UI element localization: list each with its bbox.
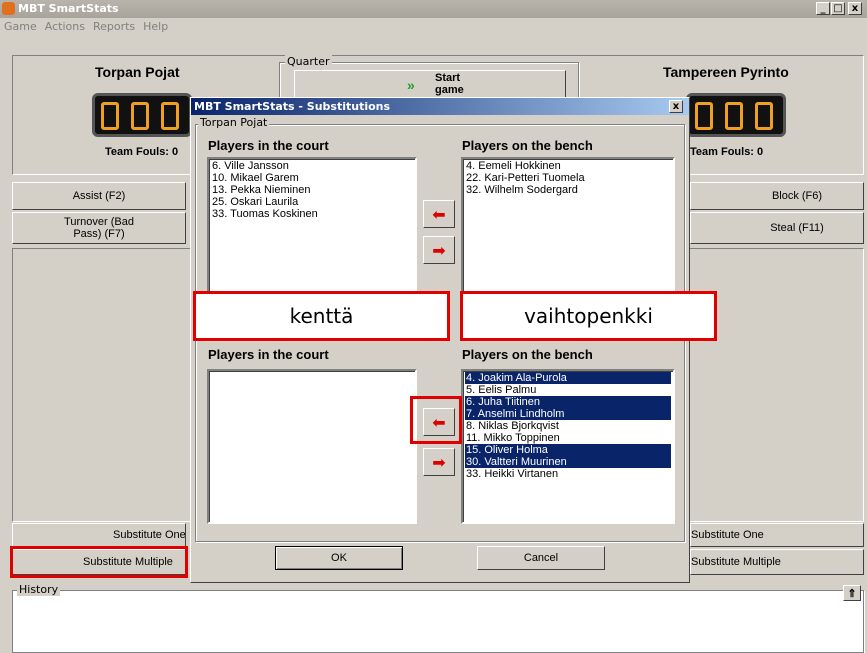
move-to-court-arrow-top[interactable]: ⬅: [423, 200, 455, 228]
block-button[interactable]: Block (F6): [690, 182, 864, 210]
menu-reports[interactable]: Reports: [89, 18, 139, 33]
player-list-item[interactable]: 11. Mikko Toppinen: [465, 432, 671, 444]
move-to-bench-arrow-top[interactable]: ➡: [423, 236, 455, 264]
menu-bar: Game Actions Reports Help: [0, 18, 867, 36]
player-list-item[interactable]: 6. Juha Tiitinen: [465, 396, 671, 408]
player-list-item[interactable]: 4. Eemeli Hokkinen: [465, 160, 671, 172]
player-list-item[interactable]: 4. Joakim Ala-Purola: [465, 372, 671, 384]
team-group-label: Torpan Pojat: [198, 116, 270, 129]
dialog-close-button[interactable]: x: [669, 100, 683, 113]
top-bench-header: Players on the bench: [462, 138, 593, 153]
annotation-highlight-substitute-multiple: [10, 546, 188, 578]
turnover-button[interactable]: Turnover (Bad Pass) (F7): [12, 212, 186, 244]
ok-button[interactable]: OK: [275, 546, 403, 570]
maximize-button[interactable]: □: [831, 2, 845, 15]
history-group: [12, 590, 864, 653]
cancel-button[interactable]: Cancel: [477, 546, 605, 570]
annotation-label-court: kenttä: [193, 291, 450, 341]
player-list-item[interactable]: 8. Niklas Bjorkqvist: [465, 420, 671, 432]
player-list-item[interactable]: 30. Valtteri Muurinen: [465, 456, 671, 468]
start-icon: »: [407, 77, 415, 93]
bottom-court-list[interactable]: [207, 369, 417, 524]
menu-game[interactable]: Game: [0, 18, 41, 33]
player-list-item[interactable]: 15. Oliver Holma: [465, 444, 671, 456]
substitute-one-button-right[interactable]: Substitute One: [690, 523, 864, 547]
player-list-item[interactable]: 33. Heikki Virtanen: [465, 468, 671, 480]
away-team-name: Tampereen Pyrinto: [663, 64, 789, 80]
substitute-multiple-button-right[interactable]: Substitute Multiple: [690, 549, 864, 575]
substitute-one-button-left[interactable]: Substitute One: [12, 523, 186, 547]
player-list-item[interactable]: 32. Wilhelm Sodergard: [465, 184, 671, 196]
bottom-bench-list[interactable]: 4. Joakim Ala-Purola 5. Eelis Palmu 6. Juh…: [461, 369, 675, 524]
player-list-item[interactable]: 6. Ville Jansson: [211, 160, 413, 172]
home-score-display: [92, 93, 192, 137]
player-list-item[interactable]: 33. Tuomas Koskinen: [211, 208, 413, 220]
away-team-fouls: Team Fouls: 0: [690, 146, 764, 158]
annotation-highlight-move-to-court: [410, 396, 462, 444]
player-list-item[interactable]: 10. Mikael Garem: [211, 172, 413, 184]
player-list-item[interactable]: 5. Eelis Palmu: [465, 384, 671, 396]
top-court-header: Players in the court: [208, 138, 329, 153]
start-game-label: Start game: [435, 72, 464, 96]
player-list-item[interactable]: 13. Pekka Nieminen: [211, 184, 413, 196]
move-to-bench-arrow-bottom[interactable]: ➡: [423, 448, 455, 476]
assist-button[interactable]: Assist (F2): [12, 182, 186, 210]
history-scroll-top-button[interactable]: ⇑: [843, 585, 861, 601]
annotation-label-bench: vaihtopenkki: [460, 291, 717, 341]
app-titlebar: MBT SmartStats _ □ x: [0, 0, 867, 18]
dialog-titlebar: MBT SmartStats - Substitutions x: [191, 98, 689, 115]
menu-help[interactable]: Help: [139, 18, 172, 33]
history-label: History: [17, 583, 61, 596]
app-logo-icon: [2, 2, 15, 15]
start-game-button[interactable]: » Start game: [294, 70, 566, 98]
home-team-fouls: Team Fouls: 0: [105, 146, 179, 158]
app-title: MBT SmartStats: [18, 2, 119, 15]
bottom-bench-header: Players on the bench: [462, 347, 593, 362]
away-score-display: [686, 93, 786, 137]
player-list-item[interactable]: 22. Kari-Petteri Tuomela: [465, 172, 671, 184]
steal-button[interactable]: Steal (F11): [690, 212, 864, 244]
bottom-court-header: Players in the court: [208, 347, 329, 362]
player-list-item[interactable]: 25. Oskari Laurila: [211, 196, 413, 208]
home-team-name: Torpan Pojat: [95, 64, 180, 80]
dialog-title: MBT SmartStats - Substitutions: [194, 100, 391, 113]
close-button[interactable]: x: [848, 2, 862, 15]
minimize-button[interactable]: _: [816, 2, 830, 15]
menu-actions[interactable]: Actions: [41, 18, 89, 33]
quarter-label: Quarter: [285, 55, 332, 68]
player-list-item[interactable]: 7. Anselmi Lindholm: [465, 408, 671, 420]
